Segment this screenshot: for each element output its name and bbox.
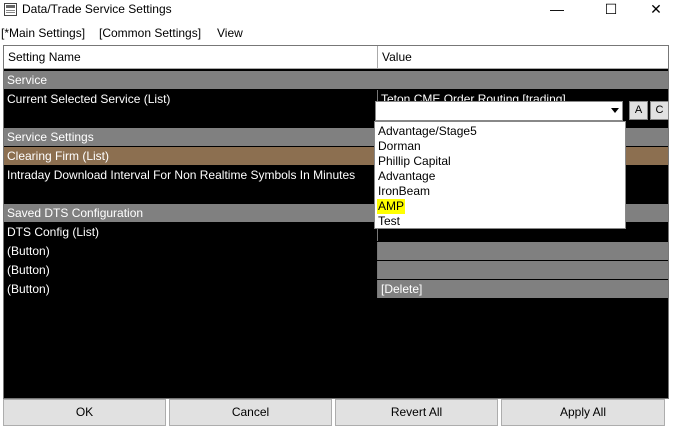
maximize-button[interactable]: ☐ bbox=[588, 0, 634, 20]
menu-bar: [*Main Settings] [Common Settings] View bbox=[0, 24, 673, 42]
column-header-value[interactable]: Value bbox=[378, 46, 668, 69]
dropdown-option[interactable]: Advantage/Stage5 bbox=[377, 124, 478, 139]
clearing-firm-combo[interactable] bbox=[375, 101, 623, 121]
dialog-button-bar: OK Cancel Revert All Apply All bbox=[3, 399, 669, 427]
dropdown-option[interactable]: IronBeam bbox=[377, 184, 431, 199]
row-name: Service bbox=[7, 73, 48, 87]
row-value[interactable] bbox=[378, 261, 668, 279]
apply-all-button[interactable]: Apply All bbox=[501, 399, 665, 426]
row-button-2[interactable]: (Button) bbox=[4, 261, 668, 279]
row-name: Service Settings bbox=[7, 130, 94, 144]
row-name: Intraday Download Interval For Non Realt… bbox=[4, 166, 378, 184]
row-name: DTS Config (List) bbox=[4, 223, 378, 241]
row-value[interactable] bbox=[378, 242, 668, 260]
dropdown-option[interactable]: Dorman bbox=[377, 139, 422, 154]
column-header-setting-name[interactable]: Setting Name bbox=[4, 46, 378, 69]
dropdown-option-highlighted[interactable]: AMP bbox=[377, 199, 406, 214]
chevron-down-icon[interactable] bbox=[611, 108, 619, 113]
row-name: Clearing Firm (List) bbox=[4, 147, 378, 165]
row-name: (Button) bbox=[4, 261, 378, 279]
section-row-service[interactable]: Service bbox=[4, 71, 668, 89]
ok-button[interactable]: OK bbox=[3, 399, 166, 426]
row-name: Current Selected Service (List) bbox=[4, 90, 378, 108]
menu-view[interactable]: View bbox=[217, 26, 243, 40]
app-icon bbox=[4, 3, 17, 16]
row-name: Saved DTS Configuration bbox=[7, 206, 144, 220]
delete-button[interactable]: [Delete] bbox=[378, 280, 668, 298]
dropdown-option[interactable]: Test bbox=[377, 214, 401, 229]
close-button[interactable]: ✕ bbox=[633, 0, 673, 20]
row-button-delete[interactable]: (Button) [Delete] bbox=[4, 280, 668, 298]
row-name: (Button) bbox=[4, 242, 378, 260]
row-name: (Button) bbox=[4, 280, 378, 298]
dropdown-option[interactable]: Phillip Capital bbox=[377, 154, 452, 169]
a-button[interactable]: A bbox=[629, 101, 648, 120]
window-title: Data/Trade Service Settings bbox=[22, 2, 172, 16]
revert-all-button[interactable]: Revert All bbox=[335, 399, 498, 426]
dropdown-option[interactable]: Advantage bbox=[377, 169, 436, 184]
clearing-firm-dropdown: Advantage/Stage5 Dorman Phillip Capital … bbox=[374, 121, 626, 229]
cancel-button[interactable]: Cancel bbox=[169, 399, 332, 426]
minimize-button[interactable]: — bbox=[534, 0, 580, 20]
c-button[interactable]: C bbox=[650, 101, 669, 120]
row-button-1[interactable]: (Button) bbox=[4, 242, 668, 260]
menu-common-settings[interactable]: [Common Settings] bbox=[99, 26, 201, 40]
menu-main-settings[interactable]: [*Main Settings] bbox=[1, 26, 85, 40]
title-bar: Data/Trade Service Settings — ☐ ✕ bbox=[0, 0, 673, 20]
